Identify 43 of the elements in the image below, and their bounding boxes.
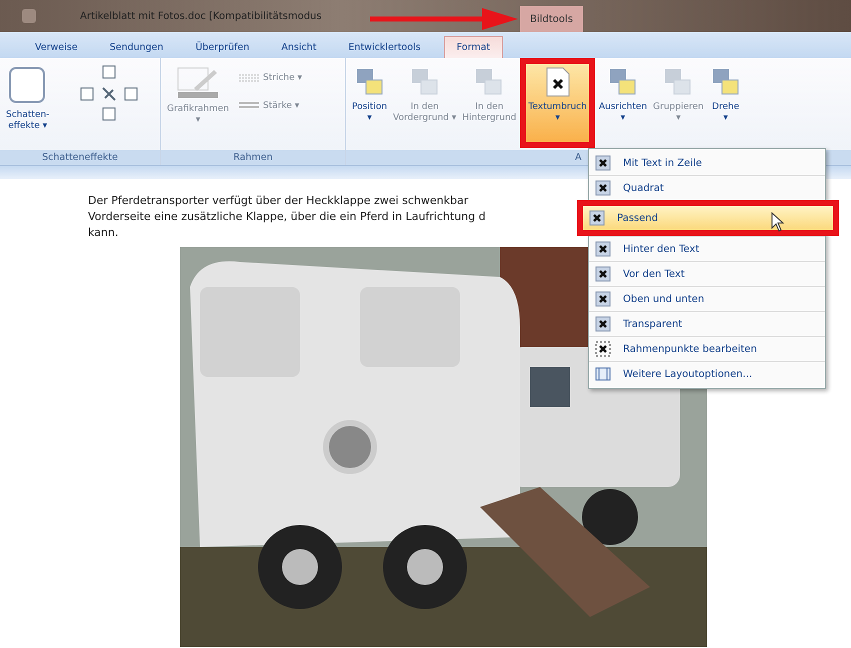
line-style-icon [239,73,259,83]
group-label: Schatteneffekte [42,151,118,165]
menu-item[interactable]: Transparent [589,311,825,336]
menu-item[interactable]: Passend [583,206,833,230]
wrap-icon [589,210,605,226]
shadow-square-icon [8,66,48,106]
arrange-button[interactable]: Drehe ▾ [708,64,744,142]
ribbon-tab[interactable]: Ansicht [268,36,330,58]
ribbon-tab[interactable]: Überprüfen [182,36,262,58]
wrap-icon [595,241,611,257]
ribbon-tab[interactable]: Entwicklertools [335,36,434,58]
menu-item[interactable]: Oben und unten [589,286,825,311]
menu-item[interactable]: Rahmenpunkte bearbeiten [589,336,825,361]
shadow-effects-button[interactable]: Schatten- effekte ▾ [4,64,52,142]
arrange-button[interactable]: Textumbruch ▾ [526,64,589,142]
menu-item[interactable]: Mit Text in Zeile [589,151,825,175]
wrap-icon [595,155,611,171]
body-text-line: kann. [88,225,118,241]
menu-item[interactable]: Hinter den Text [589,236,825,261]
body-text-line: Vorderseite eine zusätzliche Klappe, über die ein Pferd in Laufrichtung d [88,209,486,225]
layout-icon [595,366,611,382]
pencil-frame-icon [176,66,220,100]
ribbon-tab[interactable]: Verweise [22,36,91,58]
wrap-icon [595,291,611,307]
arrange-button[interactable]: Position ▾ [350,64,390,142]
menu-item[interactable]: Vor den Text [589,261,825,286]
ribbon-tab[interactable]: Sendungen [96,36,176,58]
app-icon[interactable] [22,9,36,23]
mouse-cursor-icon [771,212,785,232]
ribbon-tab[interactable]: Format [444,36,504,58]
body-text-line: Der Pferdetransporter verfügt über der Heckklappe zwei schwenkbar [88,193,468,209]
wrap-icon [595,180,611,196]
line-style-icon [239,101,259,111]
wrap-icon [595,266,611,282]
wrap-icon [595,316,611,332]
menu-item[interactable]: Weitere Layoutoptionen... [589,361,825,386]
group-label: Rahmen [233,151,273,165]
group-label: A [575,151,582,165]
context-tab-title: Bildtools [520,6,583,32]
edit-points-icon [595,341,611,357]
menu-item[interactable]: Quadrat [589,175,825,200]
arrange-button[interactable]: Ausrichten ▾ [596,64,650,142]
window-title: Artikelblatt mit Fotos.doc [Kompatibilitätsmodus [80,10,322,22]
